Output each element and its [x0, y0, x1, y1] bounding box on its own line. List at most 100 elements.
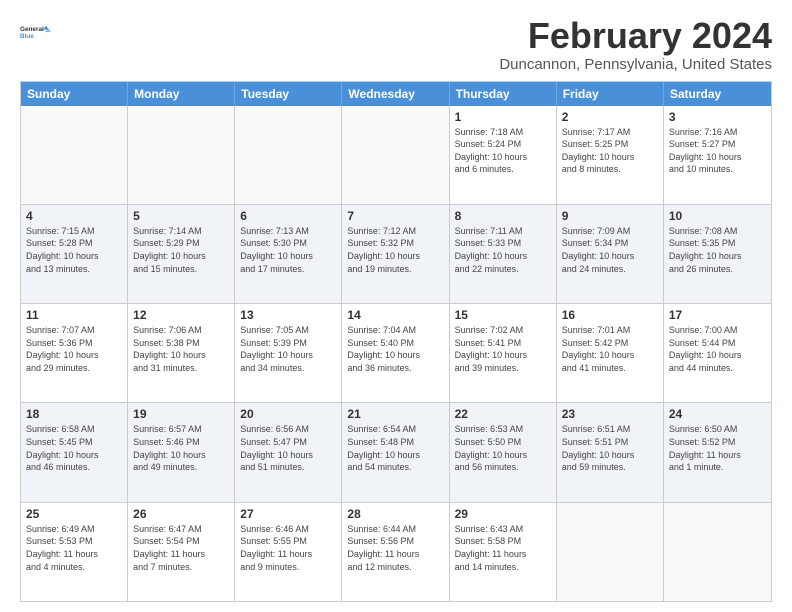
day-number: 10 [669, 209, 766, 223]
calendar-cell: 27 Sunrise: 6:46 AM Sunset: 5:55 PM Dayli… [235, 503, 342, 601]
svg-text:General: General [20, 26, 44, 33]
day-number: 5 [133, 209, 229, 223]
day-info: Sunrise: 7:09 AM Sunset: 5:34 PM Dayligh… [562, 225, 658, 275]
day-number: 25 [26, 507, 122, 521]
calendar-cell: 24 Sunrise: 6:50 AM Sunset: 5:52 PM Dayli… [664, 403, 771, 501]
calendar-row: 25 Sunrise: 6:49 AM Sunset: 5:53 PM Dayli… [21, 503, 771, 601]
calendar-cell: 17Sunrise: 7:00 AM Sunset: 5:44 PM Dayli… [664, 304, 771, 402]
calendar-cell [664, 503, 771, 601]
day-number: 16 [562, 308, 658, 322]
day-info: Sunrise: 6:57 AM Sunset: 5:46 PM Dayligh… [133, 423, 229, 473]
day-info: Sunrise: 7:15 AM Sunset: 5:28 PM Dayligh… [26, 225, 122, 275]
header-day: Wednesday [342, 82, 449, 106]
calendar-cell [342, 106, 449, 204]
calendar-cell: 28Sunrise: 6:44 AM Sunset: 5:56 PM Dayli… [342, 503, 449, 601]
logo: GeneralBlue [20, 16, 52, 48]
calendar-cell [235, 106, 342, 204]
day-info: Sunrise: 6:43 AM Sunset: 5:58 PM Dayligh… [455, 523, 551, 573]
calendar-cell: 8 Sunrise: 7:11 AM Sunset: 5:33 PM Daylig… [450, 205, 557, 303]
calendar-cell: 10 Sunrise: 7:08 AM Sunset: 5:35 PM Dayli… [664, 205, 771, 303]
calendar-cell: 16 Sunrise: 7:01 AM Sunset: 5:42 PM Dayli… [557, 304, 664, 402]
day-info: Sunrise: 6:54 AM Sunset: 5:48 PM Dayligh… [347, 423, 443, 473]
calendar-cell [557, 503, 664, 601]
day-number: 3 [669, 110, 766, 124]
day-number: 7 [347, 209, 443, 223]
day-number: 8 [455, 209, 551, 223]
calendar-cell: 14 Sunrise: 7:04 AM Sunset: 5:40 PM Dayli… [342, 304, 449, 402]
calendar-cell: 23 Sunrise: 6:51 AM Sunset: 5:51 PM Dayli… [557, 403, 664, 501]
day-number: 2 [562, 110, 658, 124]
calendar-row: 1 Sunrise: 7:18 AM Sunset: 5:24 PM Daylig… [21, 106, 771, 205]
day-number: 20 [240, 407, 336, 421]
calendar-cell: 25 Sunrise: 6:49 AM Sunset: 5:53 PM Dayli… [21, 503, 128, 601]
day-number: 14 [347, 308, 443, 322]
day-info: Sunrise: 7:01 AM Sunset: 5:42 PM Dayligh… [562, 324, 658, 374]
day-info: Sunrise: 6:51 AM Sunset: 5:51 PM Dayligh… [562, 423, 658, 473]
day-number: 4 [26, 209, 122, 223]
day-number: 13 [240, 308, 336, 322]
svg-text:Blue: Blue [20, 33, 34, 40]
subtitle: Duncannon, Pennsylvania, United States [499, 56, 772, 73]
calendar-body: 1 Sunrise: 7:18 AM Sunset: 5:24 PM Daylig… [21, 106, 771, 601]
day-number: 11 [26, 308, 122, 322]
calendar-row: 4 Sunrise: 7:15 AM Sunset: 5:28 PM Daylig… [21, 205, 771, 304]
day-number: 24 [669, 407, 766, 421]
calendar-row: 11 Sunrise: 7:07 AM Sunset: 5:36 PM Dayli… [21, 304, 771, 403]
calendar-cell: 11 Sunrise: 7:07 AM Sunset: 5:36 PM Dayli… [21, 304, 128, 402]
day-number: 15 [455, 308, 551, 322]
calendar-cell: 7 Sunrise: 7:12 AM Sunset: 5:32 PM Daylig… [342, 205, 449, 303]
main-title: February 2024 [499, 16, 772, 56]
calendar-cell: 13 Sunrise: 7:05 AM Sunset: 5:39 PM Dayli… [235, 304, 342, 402]
day-number: 22 [455, 407, 551, 421]
header-day: Saturday [664, 82, 771, 106]
day-info: Sunrise: 6:47 AM Sunset: 5:54 PM Dayligh… [133, 523, 229, 573]
day-number: 23 [562, 407, 658, 421]
day-info: Sunrise: 7:07 AM Sunset: 5:36 PM Dayligh… [26, 324, 122, 374]
calendar-cell: 6 Sunrise: 7:13 AM Sunset: 5:30 PM Daylig… [235, 205, 342, 303]
calendar-cell: 2 Sunrise: 7:17 AM Sunset: 5:25 PM Daylig… [557, 106, 664, 204]
day-info: Sunrise: 7:02 AM Sunset: 5:41 PM Dayligh… [455, 324, 551, 374]
day-info: Sunrise: 6:58 AM Sunset: 5:45 PM Dayligh… [26, 423, 122, 473]
day-info: Sunrise: 7:04 AM Sunset: 5:40 PM Dayligh… [347, 324, 443, 374]
day-number: 28 [347, 507, 443, 521]
calendar-row: 18 Sunrise: 6:58 AM Sunset: 5:45 PM Dayli… [21, 403, 771, 502]
day-info: Sunrise: 6:46 AM Sunset: 5:55 PM Dayligh… [240, 523, 336, 573]
day-number: 18 [26, 407, 122, 421]
day-info: Sunrise: 7:18 AM Sunset: 5:24 PM Dayligh… [455, 126, 551, 176]
calendar-cell: 3 Sunrise: 7:16 AM Sunset: 5:27 PM Daylig… [664, 106, 771, 204]
calendar: SundayMondayTuesdayWednesdayThursdayFrid… [20, 81, 772, 602]
calendar-cell: 9 Sunrise: 7:09 AM Sunset: 5:34 PM Daylig… [557, 205, 664, 303]
day-number: 21 [347, 407, 443, 421]
day-info: Sunrise: 7:13 AM Sunset: 5:30 PM Dayligh… [240, 225, 336, 275]
day-info: Sunrise: 7:05 AM Sunset: 5:39 PM Dayligh… [240, 324, 336, 374]
day-number: 27 [240, 507, 336, 521]
day-number: 6 [240, 209, 336, 223]
day-info: Sunrise: 6:56 AM Sunset: 5:47 PM Dayligh… [240, 423, 336, 473]
day-info: Sunrise: 7:12 AM Sunset: 5:32 PM Dayligh… [347, 225, 443, 275]
day-info: Sunrise: 7:14 AM Sunset: 5:29 PM Dayligh… [133, 225, 229, 275]
day-info: Sunrise: 6:49 AM Sunset: 5:53 PM Dayligh… [26, 523, 122, 573]
calendar-cell: 1 Sunrise: 7:18 AM Sunset: 5:24 PM Daylig… [450, 106, 557, 204]
calendar-cell [128, 106, 235, 204]
title-block: February 2024 Duncannon, Pennsylvania, U… [499, 16, 772, 73]
day-number: 12 [133, 308, 229, 322]
day-number: 9 [562, 209, 658, 223]
day-info: Sunrise: 7:11 AM Sunset: 5:33 PM Dayligh… [455, 225, 551, 275]
calendar-header: SundayMondayTuesdayWednesdayThursdayFrid… [21, 82, 771, 106]
calendar-cell: 5 Sunrise: 7:14 AM Sunset: 5:29 PM Daylig… [128, 205, 235, 303]
calendar-cell: 15 Sunrise: 7:02 AM Sunset: 5:41 PM Dayli… [450, 304, 557, 402]
calendar-cell: 4 Sunrise: 7:15 AM Sunset: 5:28 PM Daylig… [21, 205, 128, 303]
day-number: 19 [133, 407, 229, 421]
day-info: Sunrise: 6:50 AM Sunset: 5:52 PM Dayligh… [669, 423, 766, 473]
header-day: Monday [128, 82, 235, 106]
calendar-cell: 19 Sunrise: 6:57 AM Sunset: 5:46 PM Dayli… [128, 403, 235, 501]
day-info: Sunrise: 7:08 AM Sunset: 5:35 PM Dayligh… [669, 225, 766, 275]
calendar-cell: 18 Sunrise: 6:58 AM Sunset: 5:45 PM Dayli… [21, 403, 128, 501]
day-info: Sunrise: 7:17 AM Sunset: 5:25 PM Dayligh… [562, 126, 658, 176]
header: GeneralBlue February 2024 Duncannon, Pen… [20, 16, 772, 73]
day-info: Sunrise: 7:16 AM Sunset: 5:27 PM Dayligh… [669, 126, 766, 176]
day-info: Sunrise: 7:00 AM Sunset: 5:44 PM Dayligh… [669, 324, 766, 374]
day-number: 1 [455, 110, 551, 124]
calendar-cell: 26Sunrise: 6:47 AM Sunset: 5:54 PM Dayli… [128, 503, 235, 601]
page: GeneralBlue February 2024 Duncannon, Pen… [0, 0, 792, 612]
